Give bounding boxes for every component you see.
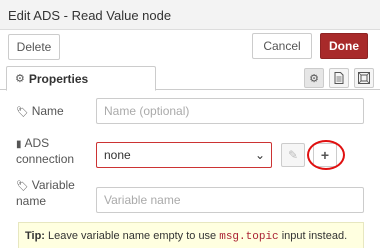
variable-label-line1: Variable xyxy=(31,178,75,192)
tag-icon: 🏷 xyxy=(16,181,29,192)
connection-selected-value: none xyxy=(104,148,131,162)
connection-select[interactable]: none ⌄ xyxy=(96,142,272,168)
description-icon xyxy=(334,72,344,84)
tab-appearance[interactable] xyxy=(354,68,374,88)
cancel-button[interactable]: Cancel xyxy=(252,33,312,59)
delete-button[interactable]: Delete xyxy=(8,34,60,60)
appearance-icon xyxy=(358,72,370,84)
tab-settings[interactable]: ⚙ xyxy=(304,68,324,88)
tip-box: Tip: Leave variable name empty to use ms… xyxy=(18,222,364,248)
variable-label-line2: name xyxy=(16,194,47,208)
name-label-text: Name xyxy=(31,104,64,118)
connection-label-line2: connection xyxy=(16,152,75,166)
dialog-titlebar: Edit ADS - Read Value node xyxy=(0,0,380,30)
tab-bar: ⚙ Properties ⚙ xyxy=(0,66,380,91)
tip-text-after: input instead. xyxy=(278,230,348,242)
tab-description[interactable] xyxy=(329,68,349,88)
bookmark-icon: ▮ xyxy=(16,139,22,150)
pencil-icon: ✎ xyxy=(287,148,299,162)
variable-name-input[interactable] xyxy=(96,187,364,213)
name-label: 🏷 Name xyxy=(16,104,64,120)
connection-label-line1: ADS xyxy=(24,136,50,150)
done-button[interactable]: Done xyxy=(320,33,368,59)
tip-text-before: Leave variable name empty to use xyxy=(44,230,220,242)
annotation-circle xyxy=(307,140,345,170)
tag-icon: 🏷 xyxy=(16,107,29,118)
gear-icon: ⚙ xyxy=(309,72,319,85)
chevron-down-icon: ⌄ xyxy=(254,148,265,162)
name-input[interactable] xyxy=(96,98,364,124)
connection-label: ▮ ADS connection xyxy=(16,136,74,166)
gear-icon: ⚙ xyxy=(15,73,25,85)
tab-properties[interactable]: ⚙ Properties xyxy=(6,66,156,91)
tip-code: msg.topic xyxy=(219,231,279,243)
tip-prefix: Tip: xyxy=(25,230,45,242)
edit-connection-button[interactable]: ✎ xyxy=(281,143,305,167)
dialog-title: Edit ADS - Read Value node xyxy=(8,8,172,23)
variable-label: 🏷 Variable name xyxy=(16,178,75,208)
tab-properties-label: Properties xyxy=(28,71,89,86)
